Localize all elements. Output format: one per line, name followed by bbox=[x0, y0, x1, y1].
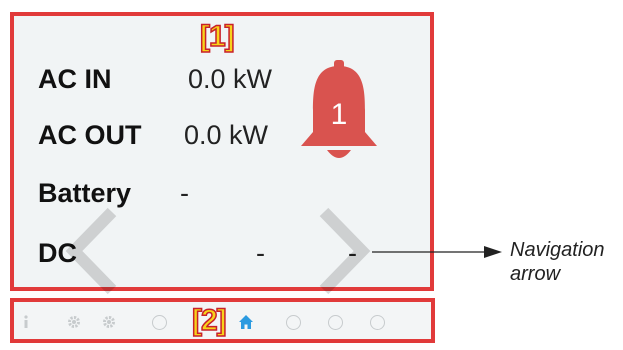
battery-value: - bbox=[180, 178, 189, 208]
gear-icon bbox=[103, 316, 115, 328]
circle-icon bbox=[285, 314, 301, 330]
info-icon bbox=[24, 315, 28, 328]
nav-arrow-left[interactable] bbox=[62, 206, 122, 296]
annotation-arrow-icon bbox=[372, 246, 502, 258]
annotation-line-2: arrow bbox=[510, 263, 561, 285]
bell-icon: 1 bbox=[301, 60, 377, 158]
page-info[interactable] bbox=[18, 314, 34, 330]
ac-out-label: AC OUT bbox=[38, 120, 142, 150]
page-dot-4[interactable] bbox=[369, 314, 385, 330]
home-icon bbox=[239, 315, 253, 329]
page-home[interactable] bbox=[238, 314, 254, 330]
callout-marker-1: [1] bbox=[199, 20, 235, 53]
ac-in-label: AC IN bbox=[38, 64, 112, 94]
ac-out-value: 0.0 kW bbox=[184, 120, 269, 150]
circle-icon bbox=[369, 314, 385, 330]
circle-icon bbox=[327, 314, 343, 330]
page-settings-1[interactable] bbox=[66, 314, 82, 330]
gear-icon bbox=[68, 316, 80, 328]
chevron-left-icon bbox=[65, 207, 117, 295]
battery-label: Battery bbox=[38, 178, 132, 208]
page-settings-2[interactable] bbox=[101, 314, 117, 330]
ac-in-value: 0.0 kW bbox=[188, 64, 273, 94]
circle-icon bbox=[151, 314, 167, 330]
annotation-label: Navigation arrow bbox=[510, 238, 605, 286]
nav-arrow-right[interactable] bbox=[314, 206, 374, 296]
page-dot-3[interactable] bbox=[327, 314, 343, 330]
alarm-count: 1 bbox=[331, 98, 348, 131]
main-screen: [1] AC IN 0.0 kW AC OUT 0.0 kW Battery -… bbox=[10, 12, 434, 295]
dc-value: - bbox=[256, 238, 265, 268]
annotation-line-1: Navigation bbox=[510, 239, 605, 261]
page-indicator-bar: [2] bbox=[10, 298, 435, 343]
page-dot-2[interactable] bbox=[285, 314, 301, 330]
alarm-bell-button[interactable]: 1 bbox=[297, 58, 381, 170]
chevron-right-icon bbox=[319, 207, 371, 295]
callout-marker-2: [2] bbox=[191, 304, 227, 337]
page-dot-1[interactable] bbox=[151, 314, 167, 330]
